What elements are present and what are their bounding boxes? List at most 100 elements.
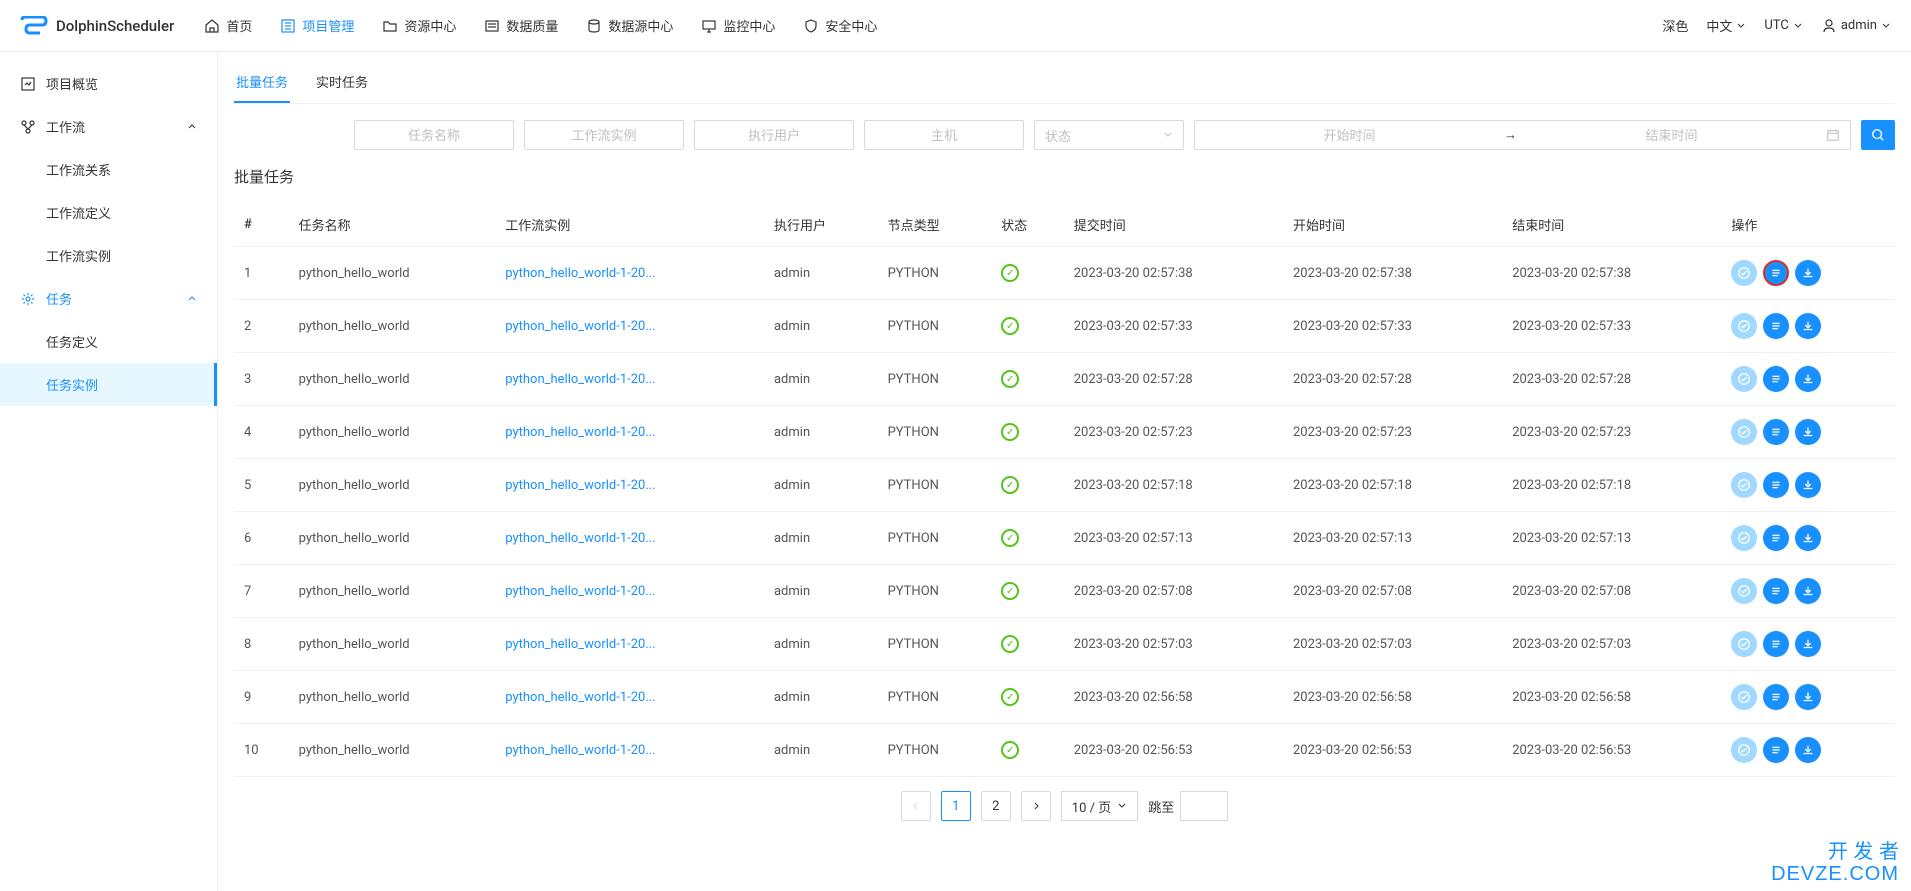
col-start-time: 开始时间 — [1283, 203, 1502, 247]
sidebar-overview[interactable]: 项目概览 — [0, 62, 217, 105]
force-success-button[interactable] — [1731, 525, 1757, 551]
lang-select[interactable]: 中文 — [1706, 16, 1746, 35]
force-success-button[interactable] — [1731, 260, 1757, 286]
force-success-button[interactable] — [1731, 472, 1757, 498]
cell-workflow-instance[interactable]: python_hello_world-1-20... — [495, 406, 764, 459]
download-log-button[interactable] — [1795, 366, 1821, 392]
cell-executor: admin — [764, 512, 878, 565]
filter-daterange[interactable]: → — [1194, 120, 1851, 150]
view-log-button[interactable] — [1763, 366, 1789, 392]
filter-start-time[interactable] — [1205, 128, 1494, 143]
filter-executor[interactable] — [694, 120, 854, 150]
col-executor: 执行用户 — [764, 203, 878, 247]
force-success-button[interactable] — [1731, 419, 1757, 445]
cell-workflow-instance[interactable]: python_hello_world-1-20... — [495, 618, 764, 671]
cell-state — [991, 565, 1064, 618]
force-success-button[interactable] — [1731, 737, 1757, 763]
nav-security[interactable]: 安全中心 — [803, 16, 877, 35]
tab-realtime[interactable]: 实时任务 — [314, 62, 370, 103]
force-success-button[interactable] — [1731, 631, 1757, 657]
cell-start-time: 2023-03-20 02:56:58 — [1283, 671, 1502, 724]
sidebar-workflow-relation[interactable]: 工作流关系 — [0, 148, 217, 191]
page-prev[interactable] — [901, 791, 931, 821]
cell-workflow-instance[interactable]: python_hello_world-1-20... — [495, 300, 764, 353]
cell-node-type: PYTHON — [878, 724, 992, 777]
tz-select[interactable]: UTC — [1764, 18, 1802, 33]
download-log-button[interactable] — [1795, 578, 1821, 604]
view-log-button[interactable] — [1763, 525, 1789, 551]
page-next[interactable] — [1021, 791, 1051, 821]
col-operation: 操作 — [1721, 203, 1895, 247]
cell-workflow-instance[interactable]: python_hello_world-1-20... — [495, 671, 764, 724]
nav-resources[interactable]: 资源中心 — [382, 16, 456, 35]
download-log-button[interactable] — [1795, 737, 1821, 763]
chevron-up-icon — [187, 294, 197, 304]
log-icon — [1769, 425, 1783, 439]
table-row: 10 python_hello_world python_hello_world… — [234, 724, 1895, 777]
cell-workflow-instance[interactable]: python_hello_world-1-20... — [495, 459, 764, 512]
view-log-button[interactable] — [1763, 472, 1789, 498]
page-jump-input[interactable] — [1180, 791, 1228, 821]
download-log-button[interactable] — [1795, 260, 1821, 286]
download-log-button[interactable] — [1795, 419, 1821, 445]
page-size-select[interactable]: 10 / 页 — [1061, 791, 1138, 821]
nav-data-quality[interactable]: 数据质量 — [484, 16, 558, 35]
sidebar-task-instance[interactable]: 任务实例 — [0, 363, 217, 406]
table-row: 6 python_hello_world python_hello_world-… — [234, 512, 1895, 565]
filter-workflow-instance[interactable] — [524, 120, 684, 150]
download-log-button[interactable] — [1795, 525, 1821, 551]
filter-end-time[interactable] — [1527, 128, 1816, 143]
nav-monitor[interactable]: 监控中心 — [701, 16, 775, 35]
cell-submit-time: 2023-03-20 02:57:33 — [1064, 300, 1283, 353]
sidebar-workflow[interactable]: 工作流 — [0, 105, 217, 148]
page-1[interactable]: 1 — [941, 791, 971, 821]
cell-task-name: python_hello_world — [289, 618, 496, 671]
sidebar-workflow-instance[interactable]: 工作流实例 — [0, 234, 217, 277]
cell-workflow-instance[interactable]: python_hello_world-1-20... — [495, 724, 764, 777]
filter-task-name[interactable] — [354, 120, 514, 150]
view-log-button[interactable] — [1763, 578, 1789, 604]
view-log-button[interactable] — [1763, 260, 1789, 286]
cell-workflow-instance[interactable]: python_hello_world-1-20... — [495, 512, 764, 565]
cell-workflow-instance[interactable]: python_hello_world-1-20... — [495, 247, 764, 300]
user-menu[interactable]: admin — [1821, 18, 1891, 34]
view-log-button[interactable] — [1763, 631, 1789, 657]
filter-state[interactable]: 状态 — [1034, 120, 1184, 150]
logo[interactable]: DolphinScheduler — [20, 16, 174, 36]
force-success-button[interactable] — [1731, 578, 1757, 604]
sidebar-task[interactable]: 任务 — [0, 277, 217, 320]
tab-batch[interactable]: 批量任务 — [234, 62, 290, 103]
log-icon — [1769, 266, 1783, 280]
cell-node-type: PYTHON — [878, 247, 992, 300]
col-workflow-instance: 工作流实例 — [495, 203, 764, 247]
force-success-button[interactable] — [1731, 313, 1757, 339]
view-log-button[interactable] — [1763, 684, 1789, 710]
view-log-button[interactable] — [1763, 737, 1789, 763]
search-button[interactable] — [1861, 120, 1895, 150]
cell-task-name: python_hello_world — [289, 671, 496, 724]
nav-datasource[interactable]: 数据源中心 — [586, 16, 673, 35]
download-log-button[interactable] — [1795, 631, 1821, 657]
cell-workflow-instance[interactable]: python_hello_world-1-20... — [495, 565, 764, 618]
sidebar-workflow-definition[interactable]: 工作流定义 — [0, 191, 217, 234]
theme-toggle[interactable]: 深色 — [1662, 16, 1688, 35]
cell-task-name: python_hello_world — [289, 300, 496, 353]
view-log-button[interactable] — [1763, 313, 1789, 339]
cell-workflow-instance[interactable]: python_hello_world-1-20... — [495, 353, 764, 406]
filter-host[interactable] — [864, 120, 1024, 150]
page-2[interactable]: 2 — [981, 791, 1011, 821]
nav-projects[interactable]: 项目管理 — [280, 16, 354, 35]
download-log-button[interactable] — [1795, 313, 1821, 339]
chevron-down-icon — [1117, 801, 1127, 811]
view-log-button[interactable] — [1763, 419, 1789, 445]
force-success-button[interactable] — [1731, 366, 1757, 392]
cell-submit-time: 2023-03-20 02:56:53 — [1064, 724, 1283, 777]
download-log-button[interactable] — [1795, 684, 1821, 710]
download-log-button[interactable] — [1795, 472, 1821, 498]
force-success-button[interactable] — [1731, 684, 1757, 710]
download-icon — [1801, 478, 1815, 492]
download-icon — [1801, 531, 1815, 545]
sidebar-task-definition[interactable]: 任务定义 — [0, 320, 217, 363]
cell-end-time: 2023-03-20 02:57:03 — [1502, 618, 1721, 671]
nav-home[interactable]: 首页 — [204, 16, 252, 35]
